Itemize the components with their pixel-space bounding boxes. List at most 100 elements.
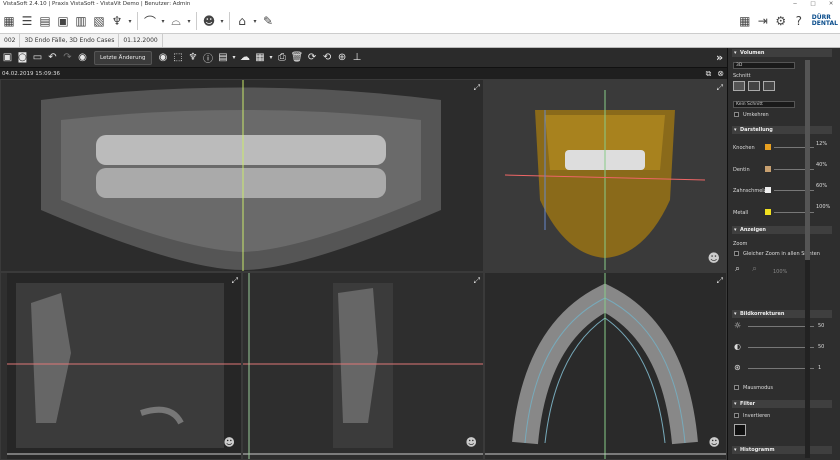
mausmodus-checkbox[interactable] xyxy=(734,385,739,390)
selection-icon[interactable]: ⬚ xyxy=(171,50,186,65)
arch-icon[interactable]: ⌓ xyxy=(167,12,185,30)
invertieren-checkbox[interactable] xyxy=(734,413,739,418)
panoramic-view[interactable]: ⤢ xyxy=(0,79,484,272)
umkehren-checkbox[interactable] xyxy=(734,112,739,117)
orientation-head-icon[interactable]: ☻ xyxy=(466,436,477,449)
title-bar: VistaSoft 2.4.10 | Praxis VistaSoft - Vi… xyxy=(0,0,840,9)
tooth-icon[interactable]: ♆ xyxy=(108,12,126,30)
fullscreen-icon[interactable]: ⤢ xyxy=(717,83,723,93)
expand-panel-button[interactable]: » xyxy=(712,50,727,65)
camera-icon[interactable]: ◙ xyxy=(15,50,30,65)
metall-percent: 100% xyxy=(816,204,831,210)
rotate-image-icon[interactable]: ⟲ xyxy=(320,50,335,65)
patient-card-icon[interactable]: ▤ xyxy=(36,12,54,30)
view-eye-icon[interactable]: ◉ xyxy=(156,50,171,65)
cross-section-view-1[interactable]: ⤢ ☻ xyxy=(0,272,242,460)
folder-icon[interactable]: ▭ xyxy=(30,50,45,65)
head-profile-icon[interactable]: ☻ xyxy=(200,12,218,30)
close-button[interactable]: ✕ xyxy=(822,0,840,9)
orientation-head-icon[interactable]: ☻ xyxy=(709,436,720,449)
rotate-icon[interactable]: ⟳ xyxy=(305,50,320,65)
layout-icon[interactable]: ▣ xyxy=(0,50,15,65)
gallery-icon[interactable]: ▧ xyxy=(90,12,108,30)
fullscreen-icon[interactable]: ⤢ xyxy=(717,276,723,286)
document-icon[interactable]: ▥ xyxy=(72,12,90,30)
settings-gear-icon[interactable]: ⚙ xyxy=(772,12,790,30)
zoom-value[interactable]: 100% xyxy=(773,269,787,275)
mode-select[interactable]: 3D xyxy=(733,62,795,69)
fullscreen-icon[interactable]: ⤢ xyxy=(474,276,480,286)
cross-section-image-1 xyxy=(1,273,241,459)
delete-icon[interactable]: 🗑 xyxy=(290,50,305,65)
dropdown-arrow-icon[interactable]: ▾ xyxy=(218,12,226,30)
properties-panel: Volumen 3D Schnitt Kein Schnitt Umkehren… xyxy=(727,48,840,460)
eye-icon[interactable]: ◉ xyxy=(75,50,90,65)
help-icon[interactable]: ? xyxy=(790,12,808,30)
panoramic-curve-icon[interactable]: ⌒ xyxy=(141,12,159,30)
cross-section-image-2 xyxy=(243,273,483,459)
zoom-out-icon[interactable]: ⌕ xyxy=(752,264,757,274)
dentin-color-swatch[interactable] xyxy=(765,166,771,172)
cut-mode-icon-1[interactable] xyxy=(733,81,745,91)
cloud-icon[interactable]: ☁ xyxy=(238,50,253,65)
patient-cases[interactable]: 3D Endo Fälle, 3D Endo Cases xyxy=(20,34,120,47)
change-dropdown[interactable]: Letzte Änderung xyxy=(94,50,152,65)
popout-icon[interactable]: ⧉ xyxy=(706,69,712,79)
dropdown-arrow-icon[interactable]: ▾ xyxy=(268,50,275,65)
knochen-color-swatch[interactable] xyxy=(765,144,771,150)
cut-select[interactable]: Kein Schnitt xyxy=(733,101,795,108)
zoom-label: Zoom xyxy=(733,241,748,247)
orientation-head-icon[interactable]: ☻ xyxy=(224,436,235,449)
export-document-icon[interactable]: ▤ xyxy=(216,50,231,65)
pen-icon[interactable]: ✎ xyxy=(259,12,277,30)
export-icon[interactable]: ▦ xyxy=(253,50,268,65)
zoom-in-icon[interactable]: ⌕ xyxy=(735,264,740,274)
undo-icon[interactable]: ↶ xyxy=(45,50,60,65)
volume-3d-view[interactable]: ⤢ ☻ xyxy=(484,79,727,272)
print-icon[interactable]: ⎙ xyxy=(275,50,290,65)
close-view-icon[interactable]: ⊗ xyxy=(717,69,724,78)
section-volumen[interactable]: Volumen xyxy=(732,49,832,57)
calculator-icon[interactable]: ▦ xyxy=(736,12,754,30)
section-darstellung[interactable]: Darstellung xyxy=(732,126,832,134)
patient-list-icon[interactable]: ☰ xyxy=(18,12,36,30)
cut-mode-icon-3[interactable] xyxy=(763,81,775,91)
dropdown-arrow-icon[interactable]: ▾ xyxy=(231,50,238,65)
patient-bar: 002 3D Endo Fälle, 3D Endo Cases 01.12.2… xyxy=(0,34,840,48)
redo-icon[interactable]: ↷ xyxy=(60,50,75,65)
cut-mode-icon-2[interactable] xyxy=(748,81,760,91)
info-icon[interactable]: ⓘ xyxy=(201,50,216,65)
dental-unit-icon[interactable]: ⌂ xyxy=(233,12,251,30)
axial-view[interactable]: ⤢ ☻ xyxy=(484,272,727,460)
maximize-button[interactable]: □ xyxy=(804,0,822,9)
section-filter[interactable]: Filter xyxy=(732,400,832,408)
gamma-icon: ⊛ xyxy=(734,363,741,372)
dropdown-arrow-icon[interactable]: ▾ xyxy=(159,12,167,30)
zahnschmelz-color-swatch[interactable] xyxy=(765,187,771,193)
logout-icon[interactable]: ⇥ xyxy=(754,12,772,30)
scrollbar-thumb[interactable] xyxy=(805,60,810,260)
dropdown-arrow-icon[interactable]: ▾ xyxy=(251,12,259,30)
section-anzeigen[interactable]: Anzeigen xyxy=(732,226,832,234)
stamp-icon[interactable]: ⊥ xyxy=(350,50,365,65)
section-histogramm[interactable]: Histogramm xyxy=(732,446,832,454)
invert-filter-icon[interactable] xyxy=(734,424,746,436)
report-icon[interactable]: ▣ xyxy=(54,12,72,30)
same-zoom-checkbox[interactable] xyxy=(734,251,739,256)
zahnschmelz-label: Zahnschmelz xyxy=(733,188,767,194)
cross-section-view-2[interactable]: ⤢ ☻ xyxy=(242,272,484,460)
dropdown-arrow-icon[interactable]: ▾ xyxy=(185,12,193,30)
dropdown-arrow-icon[interactable]: ▾ xyxy=(126,12,134,30)
toolbar-divider xyxy=(137,12,138,30)
implant-icon[interactable]: ♆ xyxy=(186,50,201,65)
orientation-head-icon[interactable]: ☻ xyxy=(707,251,720,265)
measure-icon[interactable]: ⊕ xyxy=(335,50,350,65)
panel-scrollbar[interactable] xyxy=(805,60,810,458)
minimize-button[interactable]: ─ xyxy=(786,0,804,9)
patient-dob: 01.12.2000 xyxy=(119,34,163,47)
section-bildkorrekturen[interactable]: Bildkorrekturen xyxy=(732,310,832,318)
fullscreen-icon[interactable]: ⤢ xyxy=(474,83,480,93)
fullscreen-icon[interactable]: ⤢ xyxy=(232,276,238,286)
image-viewer-icon[interactable]: ▦ xyxy=(0,12,18,30)
metall-color-swatch[interactable] xyxy=(765,209,771,215)
